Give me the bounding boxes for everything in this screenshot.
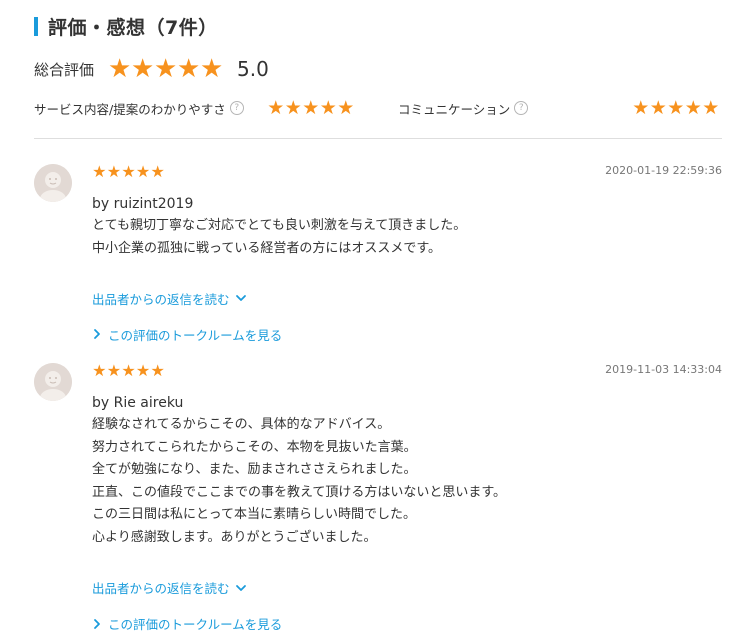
star-icon: ★ bbox=[632, 96, 650, 119]
star-icon: ★ bbox=[667, 96, 685, 119]
category-ratings: サービス内容/提案のわかりやすさ ? ★ ★ ★ ★ ★ コミュニケーション ? ★ ★ ★… bbox=[34, 96, 722, 120]
star-icon: ★ bbox=[684, 96, 702, 119]
star-icon: ★ bbox=[131, 54, 155, 84]
star-icon: ★ bbox=[135, 361, 151, 380]
review-body: ★ ★ ★ ★ ★ 2019-11-03 14:33:04 by Rie aireku … bbox=[92, 361, 722, 633]
review-text-line: とても親切丁寧なご対応でとても良い刺激を与えて頂きました。 bbox=[92, 218, 467, 233]
star-icon: ★ bbox=[337, 96, 355, 119]
star-icon: ★ bbox=[108, 54, 132, 84]
review-text: とても親切丁寧なご対応でとても良い刺激を与えて頂きました。 中小企業の孤独に戦っ… bbox=[92, 215, 722, 260]
category-rating-clarity: サービス内容/提案のわかりやすさ ? bbox=[34, 96, 244, 120]
read-reply-label: 出品者からの返信を読む bbox=[92, 291, 230, 307]
review-author: by Rie aireku bbox=[92, 395, 184, 411]
chevron-right-icon bbox=[94, 618, 100, 629]
overall-stars: ★ ★ ★ ★ ★ bbox=[108, 56, 223, 82]
review-text: 経験なされてるからこその、具体的なアドバイス。 努力されてこられたからこその、本… bbox=[92, 414, 722, 550]
section-title: 評価・感想（7件） bbox=[48, 16, 218, 39]
chevron-down-icon bbox=[235, 584, 246, 591]
user-avatar-icon bbox=[34, 164, 72, 202]
overall-rating: 総合評価 ★ ★ ★ ★ ★ 5.0 bbox=[34, 54, 269, 84]
star-icon: ★ bbox=[200, 54, 224, 84]
avatar bbox=[34, 164, 72, 202]
star-icon: ★ bbox=[121, 162, 136, 181]
section-heading: 評価・感想（7件） bbox=[34, 14, 218, 39]
category-label: コミュニケーション bbox=[398, 101, 511, 117]
view-talkroom-label: この評価のトークルームを見る bbox=[108, 327, 283, 343]
star-icon: ★ bbox=[154, 54, 178, 84]
review-text-line: 経験なされてるからこその、具体的なアドバイス。 bbox=[92, 417, 391, 432]
star-icon: ★ bbox=[121, 361, 136, 380]
star-icon: ★ bbox=[284, 96, 302, 119]
star-icon: ★ bbox=[92, 162, 107, 181]
user-avatar-icon bbox=[34, 363, 72, 401]
chevron-down-icon bbox=[235, 295, 246, 302]
overall-rating-label: 総合評価 bbox=[34, 60, 95, 79]
review-text-line: 中小企業の孤独に戦っている経営者の方にはオススメです。 bbox=[92, 240, 442, 256]
review-text-line: 努力されてこられたからこその、本物を見抜いた言葉。 bbox=[92, 439, 417, 455]
category-label: サービス内容/提案のわかりやすさ bbox=[34, 101, 226, 117]
review-text-line: 心より感謝致します。ありがとうございました。 bbox=[92, 529, 377, 545]
help-icon[interactable]: ? bbox=[229, 101, 244, 115]
help-icon[interactable]: ? bbox=[514, 101, 529, 115]
review-body: ★ ★ ★ ★ ★ 2020-01-19 22:59:36 by ruizint2019… bbox=[92, 162, 722, 343]
star-icon: ★ bbox=[106, 162, 122, 181]
heading-accent-bar bbox=[34, 16, 38, 36]
divider bbox=[34, 138, 722, 139]
star-icon: ★ bbox=[150, 162, 165, 181]
star-icon: ★ bbox=[702, 96, 720, 119]
star-icon: ★ bbox=[319, 96, 337, 119]
star-icon: ★ bbox=[177, 54, 201, 84]
view-talkroom-link[interactable]: この評価のトークルームを見る bbox=[92, 616, 722, 632]
category-stars-communication: ★ ★ ★ ★ ★ bbox=[632, 96, 720, 120]
review-date: 2019-11-03 14:33:04 bbox=[605, 363, 722, 376]
category-stars: ★ ★ ★ ★ ★ bbox=[632, 96, 720, 119]
review-text-line: この三日間は私にとって本当に素晴らしい時間でした。 bbox=[92, 507, 416, 523]
read-reply-link[interactable]: 出品者からの返信を読む bbox=[92, 290, 722, 307]
category-rating-communication: コミュニケーション ? bbox=[398, 96, 529, 120]
star-icon: ★ bbox=[106, 361, 122, 380]
category-stars: ★ ★ ★ ★ ★ bbox=[267, 96, 355, 119]
star-icon: ★ bbox=[267, 96, 285, 119]
star-icon: ★ bbox=[649, 96, 667, 119]
overall-score: 5.0 bbox=[237, 57, 269, 81]
view-talkroom-link[interactable]: この評価のトークルームを見る bbox=[92, 326, 722, 343]
chevron-right-icon bbox=[94, 329, 100, 340]
category-stars-clarity: ★ ★ ★ ★ ★ bbox=[267, 96, 355, 120]
avatar bbox=[34, 363, 72, 401]
star-icon: ★ bbox=[150, 361, 165, 380]
star-icon: ★ bbox=[302, 96, 320, 119]
star-icon: ★ bbox=[135, 162, 151, 181]
review-text-line: 正直、この値段でここまでの事を教えて頂ける方はいないと思います。 bbox=[92, 484, 507, 500]
read-reply-link[interactable]: 出品者からの返信を読む bbox=[92, 580, 722, 596]
review-text-line: 全てが勉強になり、また、励まされささえられました。 bbox=[92, 462, 417, 478]
read-reply-label: 出品者からの返信を読む bbox=[92, 581, 230, 597]
review-author: by ruizint2019 bbox=[92, 196, 194, 212]
view-talkroom-label: この評価のトークルームを見る bbox=[108, 617, 283, 633]
review-date: 2020-01-19 22:59:36 bbox=[605, 164, 722, 177]
star-icon: ★ bbox=[92, 361, 107, 380]
